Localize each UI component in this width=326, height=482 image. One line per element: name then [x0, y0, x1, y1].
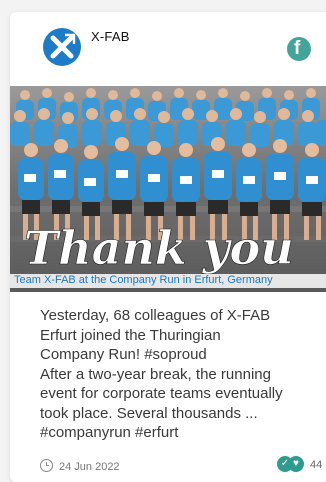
- post-text-line: event for corporate teams eventually: [40, 385, 283, 402]
- post-text-line: After a two-year break, the running: [40, 365, 271, 383]
- post-text-line: took place. Several thousands ...: [40, 404, 258, 422]
- post-text-line: Erfurt joined the Thuringian: [40, 326, 221, 344]
- facebook-icon[interactable]: f: [287, 37, 311, 61]
- photo-caption: Team X-FAB at the Company Run in Erfurt,…: [10, 274, 326, 288]
- account-name[interactable]: X-FAB: [91, 29, 130, 44]
- post-date: 24 Jun 2022: [40, 459, 120, 473]
- post-text-line: Yesterday, 68 colleagues of X-FAB: [40, 307, 271, 324]
- clock-icon: [40, 459, 53, 472]
- post-text[interactable]: Yesterday, 68 colleagues of X-FAB Erfurt…: [40, 306, 326, 443]
- thank-you-overlay: Thank you: [24, 221, 294, 275]
- post-hashtags[interactable]: #companyrun #erfurt: [40, 423, 326, 443]
- reaction-count[interactable]: 44: [310, 459, 322, 471]
- team-photo-illustration: Thank you: [10, 86, 326, 292]
- x-fab-logo-icon[interactable]: [43, 28, 81, 66]
- social-post-card[interactable]: X-FAB f Thank you Team X-FAB at the Comp…: [10, 12, 326, 482]
- post-text-line: Company Run! #soproud: [40, 346, 207, 363]
- love-icon[interactable]: ♥: [288, 456, 304, 472]
- post-date-text: 24 Jun 2022: [59, 461, 120, 473]
- post-photo[interactable]: Thank you: [10, 86, 326, 292]
